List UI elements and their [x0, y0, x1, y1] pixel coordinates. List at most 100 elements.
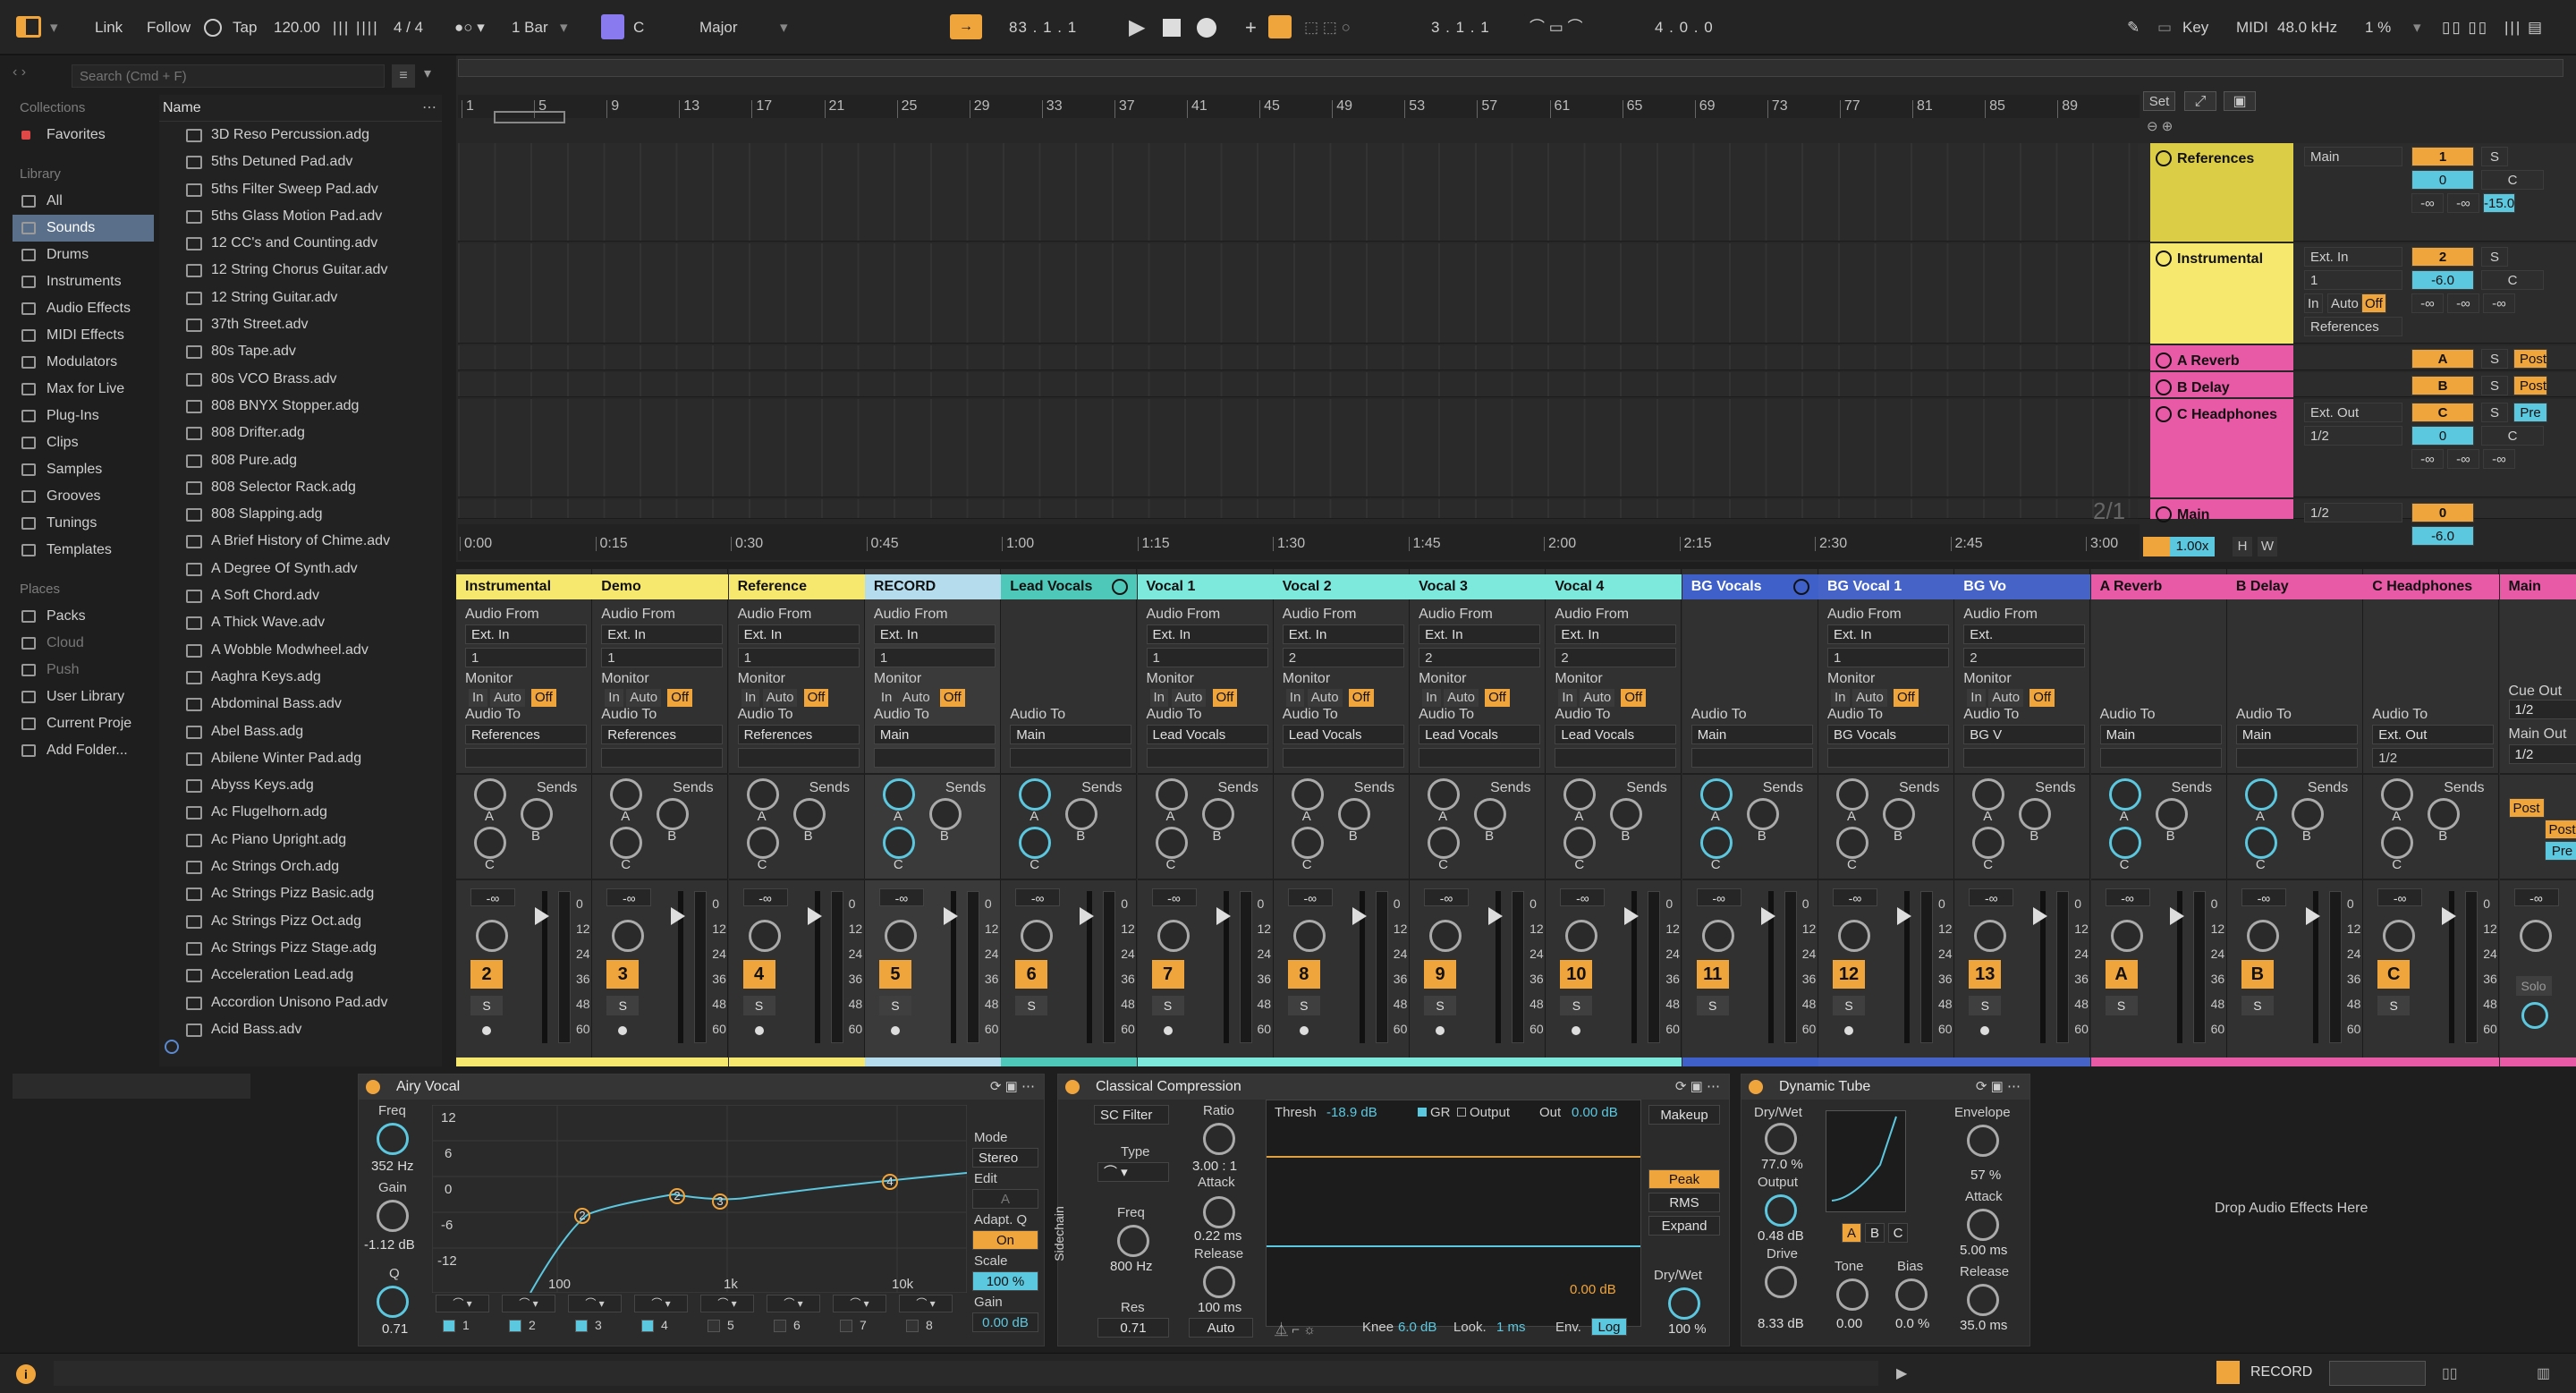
send-a-knob[interactable] [2381, 778, 2414, 811]
arm-icon[interactable] [1152, 1021, 1184, 1041]
file-item[interactable]: Ac Strings Pizz Stage.adg [159, 935, 442, 962]
comp-env-log[interactable]: Log [1591, 1318, 1627, 1336]
send-b-knob[interactable] [928, 798, 962, 830]
monitor-in-button[interactable]: In [877, 689, 896, 707]
send-c-knob[interactable] [2381, 827, 2414, 859]
track-header-b-delay[interactable]: B Delay B S Post [2138, 372, 2576, 397]
tube-c-button[interactable]: C [1888, 1223, 1908, 1243]
library-item-samples[interactable]: Samples [13, 456, 154, 483]
library-item-clips[interactable]: Clips [13, 429, 154, 456]
volume-field[interactable]: -∞ [878, 888, 924, 906]
tube-drive-value[interactable]: 8.33 dB [1758, 1316, 1804, 1331]
track-fold-icon[interactable] [2156, 379, 2172, 395]
audio-to-channel-select[interactable] [1282, 748, 1404, 768]
file-item[interactable]: A Thick Wave.adv [159, 609, 442, 636]
file-item[interactable]: Ac Strings Orch.adg [159, 854, 442, 880]
track-name-area[interactable]: Instrumental [2150, 243, 2293, 344]
send-c-knob[interactable] [746, 827, 779, 859]
arm-icon[interactable] [606, 1021, 639, 1041]
pan-knob[interactable] [1974, 920, 2007, 952]
fader-handle-icon[interactable] [2169, 907, 2184, 925]
track-pan[interactable]: C [2481, 426, 2544, 446]
pan-knob[interactable] [2246, 920, 2279, 952]
key-select[interactable]: C [633, 13, 644, 43]
audio-to-select[interactable]: Lead Vocals [1146, 725, 1268, 744]
solo-button[interactable]: S [2481, 403, 2508, 422]
track-pan[interactable]: C [2481, 270, 2544, 290]
file-item[interactable]: Acceleration Lead.adg [159, 962, 442, 989]
prev-next-icon[interactable]: ⊖ ⊕ [2147, 118, 2173, 134]
track-output-select[interactable]: References [2304, 317, 2402, 336]
lane-main[interactable] [458, 499, 2140, 519]
eq-mode-select[interactable]: Stereo [972, 1148, 1038, 1168]
file-item[interactable]: 12 CC's and Counting.adv [159, 230, 442, 257]
band-enable-icon[interactable] [906, 1320, 919, 1332]
audio-to-select[interactable]: References [465, 725, 587, 744]
track-activator[interactable]: B [2241, 960, 2274, 989]
track-header-instrumental[interactable]: Instrumental Ext. In 1 In Auto Off References 2… [2138, 243, 2576, 344]
filter-type-icon[interactable]: ⌒ ▾ [833, 1295, 886, 1312]
track-send-value[interactable]: -∞ [2447, 293, 2479, 313]
strip-title[interactable]: Vocal 1 [1137, 574, 1274, 599]
file-item[interactable]: A Soft Chord.adv [159, 582, 442, 609]
monitor-off-button[interactable]: Off [2029, 689, 2055, 707]
track-header-main[interactable]: Main 1/2 0 -6.0 [2138, 499, 2576, 546]
post-button[interactable]: Post [2508, 798, 2545, 818]
band-enable-icon[interactable] [774, 1320, 786, 1332]
drop-zone[interactable]: Drop Audio Effects Here [2036, 1074, 2563, 1346]
audio-from-select[interactable]: Ext. In [1555, 624, 1677, 644]
audio-to-channel-select[interactable] [1555, 748, 1677, 768]
library-item-modulators[interactable]: Modulators [13, 349, 154, 376]
monitor-in-button[interactable]: In [741, 689, 760, 707]
name-column-header[interactable]: Name ⋯ [159, 95, 442, 122]
monitor-off-button[interactable]: Off [803, 689, 829, 707]
mixer-strip-c-headphones[interactable]: C Headphones Audio To Ext. Out 1/2 Sends A B C -… [2363, 569, 2500, 1066]
pan-knob[interactable] [476, 920, 508, 952]
loop-length[interactable]: 4 . 0 . 0 [1655, 13, 1714, 43]
file-item[interactable]: 808 Slapping.adg [159, 501, 442, 528]
track-send-value[interactable]: -∞ [2411, 193, 2444, 213]
filter-icon[interactable]: ≡ [392, 64, 415, 88]
solo-button[interactable]: S [1424, 996, 1457, 1015]
h-button[interactable]: H [2233, 537, 2252, 556]
send-a-knob[interactable] [1019, 778, 1052, 811]
solo-button[interactable]: S [470, 996, 503, 1015]
arm-icon[interactable] [1833, 1021, 1865, 1041]
pan-knob[interactable] [1429, 920, 1462, 952]
send-b-knob[interactable] [1883, 798, 1915, 830]
file-item[interactable]: 808 Selector Rack.adg [159, 474, 442, 501]
lane-b-delay[interactable] [458, 372, 2140, 397]
volume-field[interactable]: -∞ [1015, 888, 1061, 906]
comp-drywet-knob[interactable] [1668, 1287, 1700, 1320]
track-fold-icon[interactable] [2156, 406, 2172, 422]
track-send-value[interactable]: -∞ [2411, 449, 2444, 469]
audio-to-select[interactable]: Lead Vocals [1555, 725, 1677, 744]
send-c-knob[interactable] [610, 827, 643, 859]
input-channel-select[interactable]: 1 [1146, 648, 1268, 667]
comp-expand-button[interactable]: Expand [1648, 1216, 1720, 1236]
strip-title[interactable]: Reference [728, 574, 865, 599]
monitor-off-button[interactable]: Off [531, 689, 556, 707]
arm-icon[interactable] [1424, 1021, 1456, 1041]
scale-chevron-icon[interactable]: ▾ [780, 13, 788, 43]
time-ruler[interactable]: 0:00 0:15 0:30 0:45 1:00 1:15 1:30 1:45 2:00 2:15… [458, 524, 2140, 560]
send-b-knob[interactable] [2019, 798, 2052, 830]
record-track-icon[interactable] [2216, 1361, 2240, 1384]
track-activator[interactable]: 12 [1833, 960, 1865, 989]
solo-toggle[interactable]: Solo [2515, 976, 2552, 996]
send-b-knob[interactable] [1746, 798, 1779, 830]
places-item-push[interactable]: Push [13, 657, 154, 684]
eq-band-4[interactable]: ⌒ ▾ 4 [634, 1295, 695, 1339]
filter-type-icon[interactable]: ⌒ ▾ [568, 1295, 622, 1312]
file-item[interactable]: Abel Bass.adg [159, 718, 442, 745]
mixer-strip-vocal-4[interactable]: Vocal 4 Audio From Ext. In 2 Monitor In Auto Of… [1546, 569, 1682, 1066]
tube-release-knob[interactable] [1967, 1284, 1999, 1316]
input-channel-select[interactable]: 1 [465, 648, 587, 667]
pan-knob[interactable] [1565, 920, 1598, 952]
input-channel-select[interactable]: 2 [1282, 648, 1404, 667]
send-a-knob[interactable] [1699, 778, 1733, 811]
set-button[interactable]: Set [2143, 91, 2175, 111]
file-item[interactable]: 808 Pure.adg [159, 447, 442, 474]
strip-title[interactable]: C Headphones [2363, 574, 2500, 599]
monitor-auto-button[interactable]: Auto [626, 689, 662, 707]
